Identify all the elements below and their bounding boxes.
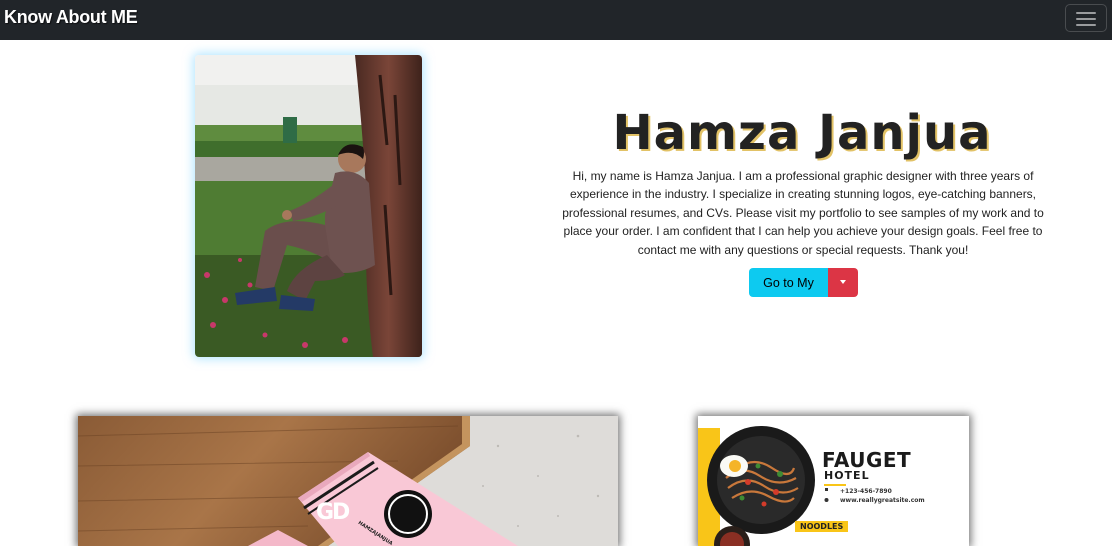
business-card-logo-text: GD <box>316 500 350 525</box>
navbar-brand[interactable]: Know About ME <box>4 7 138 28</box>
dropdown-toggle-button[interactable] <box>828 268 858 297</box>
portfolio-card-hotel-poster[interactable]: FAUGET HOTEL +123-456-7890 www.reallygre… <box>698 416 969 546</box>
hero-bio: Hi, my name is Hamza Janjua. I am a prof… <box>562 169 1044 257</box>
poster-phone: +123-456-7890 <box>840 488 892 495</box>
hamburger-menu-icon <box>1076 12 1096 14</box>
hero-title: Hamza Janjua <box>612 105 992 161</box>
poster-badge: NOODLES <box>795 521 849 532</box>
portfolio-card-business-cards[interactable]: GD HAMZAJANJUA <box>78 416 618 546</box>
poster-subtitle: HOTEL <box>824 469 870 482</box>
poster-website: www.reallygreatsite.com <box>840 497 925 504</box>
navbar: Know About ME <box>0 0 1112 40</box>
navbar-toggler-button[interactable] <box>1065 4 1107 32</box>
portfolio-button-group: Go to My <box>749 268 858 297</box>
go-to-my-button[interactable]: Go to My <box>749 268 828 297</box>
profile-photo <box>195 55 422 357</box>
caret-down-icon <box>840 280 846 284</box>
